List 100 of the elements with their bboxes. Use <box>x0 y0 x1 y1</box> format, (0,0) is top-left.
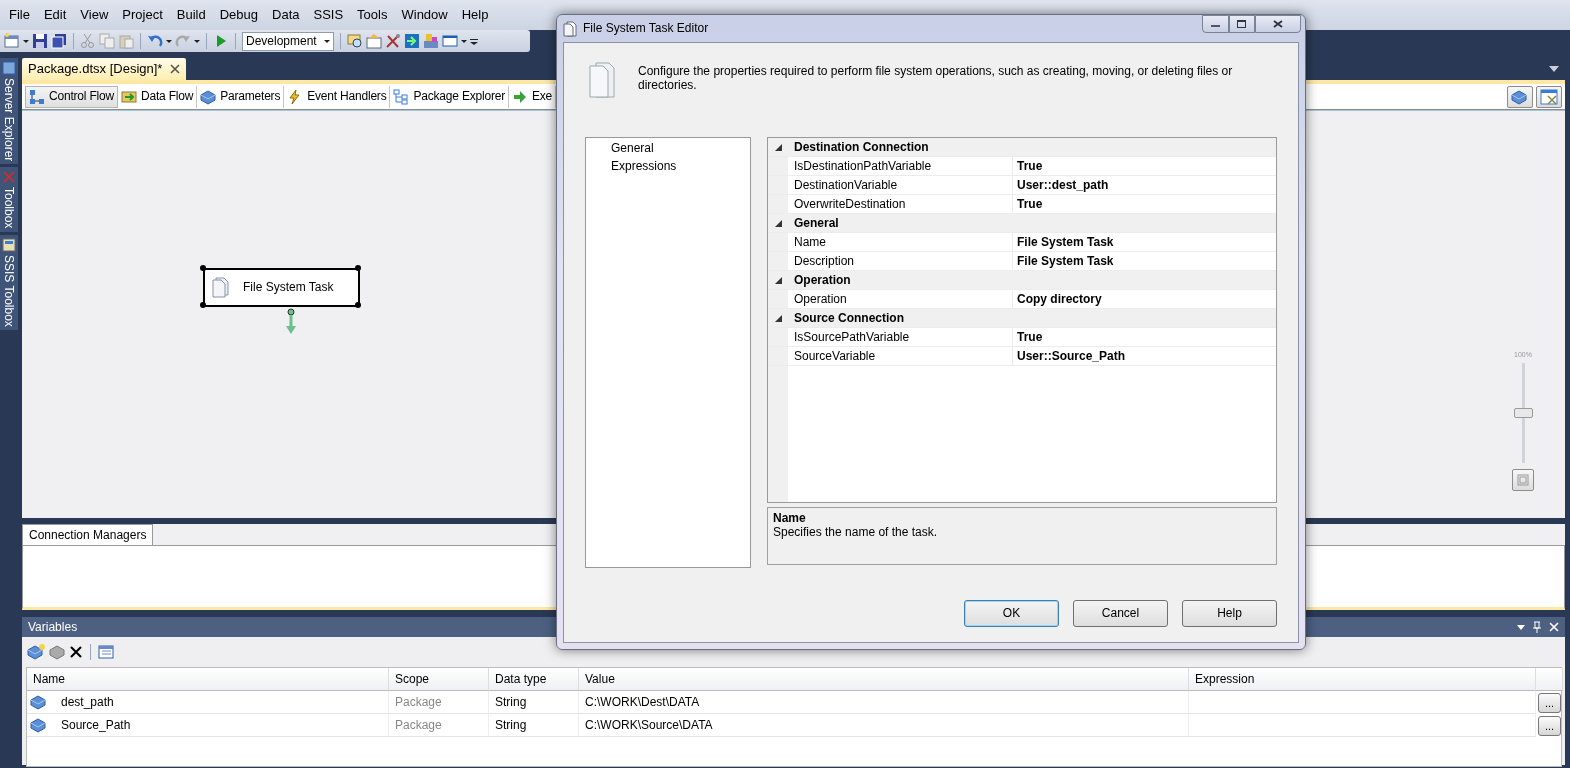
tools-icon[interactable] <box>385 33 401 49</box>
column-header[interactable]: Scope <box>389 668 489 691</box>
menu-item[interactable]: Help <box>454 7 496 23</box>
property-value[interactable]: True <box>1013 157 1047 175</box>
collapse-icon[interactable] <box>774 219 782 227</box>
header-cell <box>1536 668 1563 691</box>
menu-item[interactable]: Project <box>115 7 170 23</box>
designer-tab[interactable]: Event Handlers <box>284 85 391 108</box>
import-icon[interactable] <box>404 33 420 49</box>
dialog-button[interactable]: Cancel <box>1073 600 1168 627</box>
menu-item[interactable]: SSIS <box>306 7 351 23</box>
menu-item[interactable]: Data <box>265 7 307 23</box>
collapse-icon[interactable] <box>774 276 782 284</box>
pin-icon[interactable] <box>1533 621 1541 633</box>
delete-icon[interactable] <box>69 645 83 659</box>
designer-tab[interactable]: Data Flow <box>117 85 198 108</box>
side-tab[interactable]: SSIS Toolbox <box>0 234 19 330</box>
close-button[interactable] <box>1255 15 1301 33</box>
property-name[interactable]: IsSourcePathVariable <box>788 328 1013 346</box>
window-icon[interactable] <box>442 33 458 49</box>
save-all-icon[interactable] <box>51 33 67 49</box>
category-label: Destination Connection <box>788 138 1276 156</box>
menu-item[interactable]: Build <box>169 7 213 23</box>
window-title: File System Task Editor <box>583 21 709 36</box>
close-icon <box>1273 20 1283 28</box>
precedence-arrow[interactable] <box>285 308 297 336</box>
caret-icon[interactable] <box>324 39 330 43</box>
layout-icon[interactable] <box>423 33 439 49</box>
menu-item[interactable]: File <box>2 7 37 23</box>
parameters-button[interactable] <box>1507 85 1533 108</box>
document-tab[interactable]: Package.dtsx [Design]* <box>22 58 187 80</box>
property-name[interactable]: SourceVariable <box>788 347 1013 365</box>
selection-handle[interactable] <box>355 302 361 308</box>
menu-item[interactable]: Tools <box>350 7 395 23</box>
collapse-icon[interactable] <box>774 314 782 322</box>
task-node[interactable]: File System Task <box>203 268 360 307</box>
column-header[interactable]: Value <box>579 668 1189 691</box>
caret-icon[interactable] <box>194 39 200 43</box>
property-value[interactable]: Copy directory <box>1013 290 1106 308</box>
designer-tab[interactable]: Control Flow <box>25 85 118 108</box>
find-icon[interactable] <box>347 33 363 49</box>
arrow-icon <box>512 88 528 105</box>
property-value[interactable]: File System Task <box>1013 252 1118 270</box>
side-tab[interactable]: Server Explorer <box>0 58 19 165</box>
designer-tab[interactable]: Package Explorer <box>390 85 509 108</box>
category-label: Source Connection <box>788 309 1276 327</box>
add-variable-icon[interactable] <box>27 644 45 660</box>
property-name[interactable]: Description <box>788 252 1013 270</box>
page-item[interactable]: General <box>611 141 750 159</box>
property-value[interactable]: User::Source_Path <box>1013 347 1130 365</box>
property-value[interactable]: File System Task <box>1013 233 1118 251</box>
menu-item[interactable]: Debug <box>212 7 265 23</box>
caret-icon[interactable] <box>461 39 467 43</box>
tools-icon <box>2 170 17 185</box>
ellipsis-button[interactable]: ... <box>1538 692 1561 713</box>
column-header[interactable]: Data type <box>489 668 579 691</box>
property-name[interactable]: OverwriteDestination <box>788 195 1013 213</box>
data-flow-icon <box>120 88 137 105</box>
ellipsis-button[interactable]: ... <box>1538 715 1561 736</box>
grid-options-icon[interactable] <box>98 645 114 659</box>
dropdown-icon[interactable] <box>1549 66 1559 72</box>
slider-thumb[interactable] <box>1513 408 1533 419</box>
collapse-icon[interactable] <box>774 143 782 151</box>
undo-icon[interactable] <box>147 33 163 49</box>
overflow-icon[interactable] <box>470 36 478 46</box>
selection-handle[interactable] <box>200 302 206 308</box>
dialog-button[interactable]: OK <box>964 600 1059 627</box>
selection-handle[interactable] <box>355 265 361 271</box>
menu-item[interactable]: Window <box>394 7 455 23</box>
menu-item[interactable]: View <box>73 7 116 23</box>
selection-handle[interactable] <box>200 265 206 271</box>
caret-icon[interactable] <box>166 39 172 43</box>
property-value[interactable]: True <box>1013 328 1047 346</box>
property-value[interactable]: True <box>1013 195 1047 213</box>
page-item[interactable]: Expressions <box>611 159 750 177</box>
configuration-dropdown[interactable]: Development <box>242 31 334 51</box>
dialog-button[interactable]: Help <box>1182 600 1277 627</box>
save-icon[interactable] <box>32 33 48 49</box>
property-value[interactable]: User::dest_path <box>1013 176 1113 194</box>
fit-button[interactable] <box>1512 469 1534 492</box>
maximize-icon <box>1237 20 1247 28</box>
caret-icon[interactable] <box>23 39 29 43</box>
side-tab[interactable]: Toolbox <box>0 167 19 232</box>
maximize-button[interactable] <box>1229 15 1255 33</box>
connection-managers-tab[interactable]: Connection Managers <box>22 524 154 546</box>
table-cell: String <box>489 714 579 737</box>
property-name[interactable]: IsDestinationPathVariable <box>788 157 1013 175</box>
menu-item[interactable]: Edit <box>36 7 74 23</box>
property-name[interactable]: DestinationVariable <box>788 176 1013 194</box>
property-name[interactable]: Name <box>788 233 1013 251</box>
variable-name: dest_path <box>61 694 114 710</box>
designer-tab[interactable]: Parameters <box>197 85 285 108</box>
column-header[interactable]: Name <box>27 668 389 691</box>
close-icon[interactable] <box>170 64 181 74</box>
dropdown-icon[interactable] <box>1517 624 1525 630</box>
property-name[interactable]: Operation <box>788 290 1013 308</box>
minimize-button[interactable] <box>1202 15 1229 33</box>
category-label: General <box>788 214 1276 232</box>
variables-button[interactable] <box>1536 85 1562 108</box>
column-header[interactable]: Expression <box>1189 668 1536 691</box>
